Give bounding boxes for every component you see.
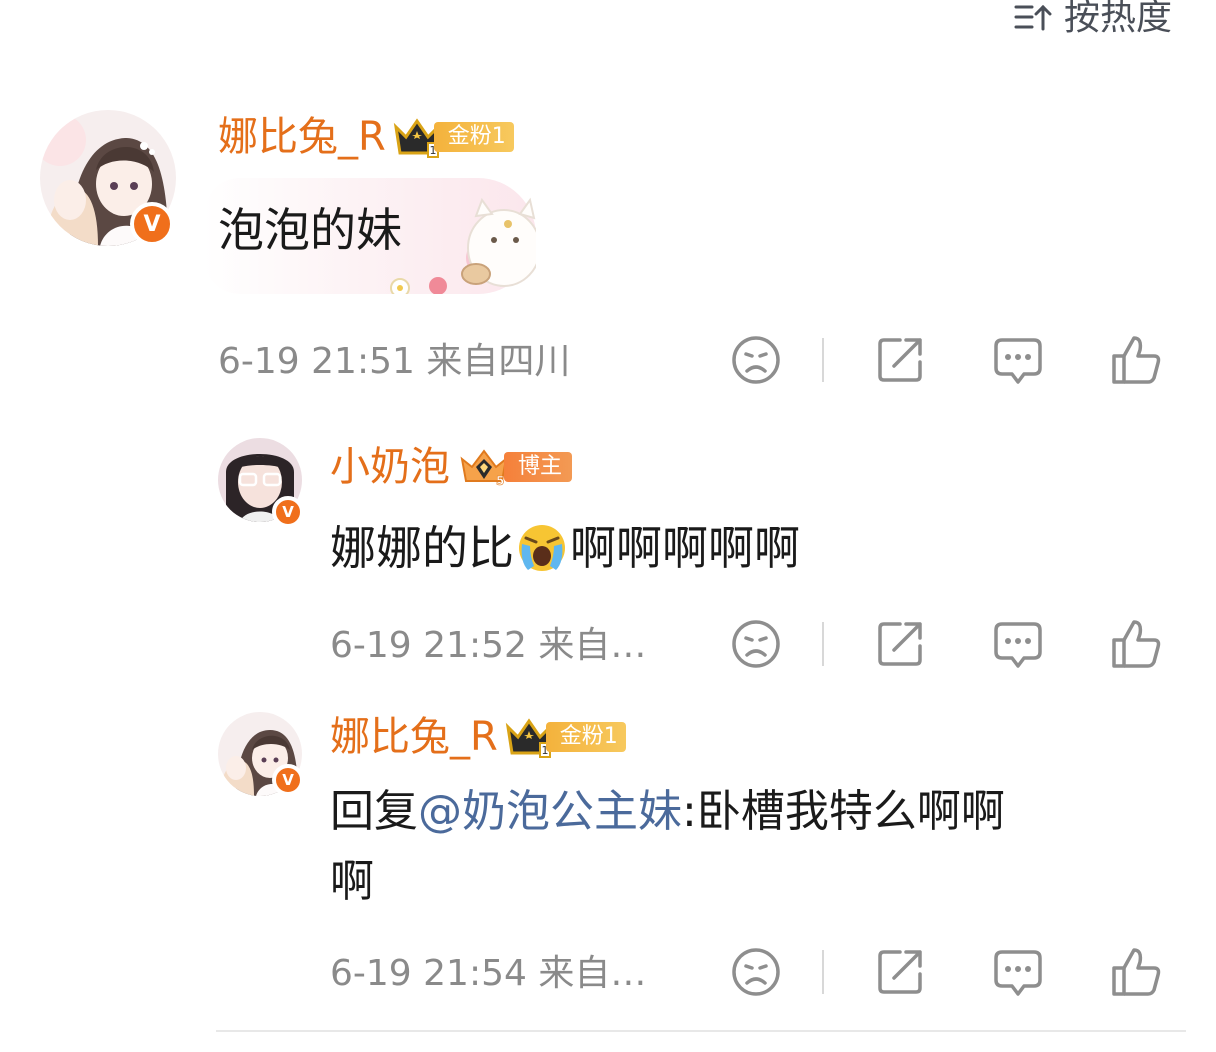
verified-icon: V (130, 202, 174, 246)
like-icon[interactable] (1108, 616, 1164, 672)
comment-text: 娜娜的比 啊啊啊啊啊 (330, 518, 800, 578)
reply-text-line2: 啊 (330, 856, 374, 907)
mention-link[interactable]: @奶泡公主妹 (418, 786, 682, 837)
fan-badge[interactable]: 1 金粉1 (504, 715, 626, 759)
comment-meta: 6-19 21:52 来自… (330, 625, 647, 666)
comment-text-before: 娜娜的比 (330, 521, 514, 575)
section-divider (216, 1030, 1186, 1032)
verified-icon: V (272, 764, 304, 796)
comment-text-after: 啊啊啊啊啊 (570, 521, 800, 575)
blogger-badge-label: 博主 (504, 452, 573, 482)
comment-actions (728, 944, 1164, 1000)
comment-meta: 6-19 21:54 来自… (330, 953, 647, 994)
comment-icon[interactable] (990, 616, 1046, 672)
sort-icon (1014, 4, 1052, 31)
comment-author-row: 小奶泡 5 博主 (330, 442, 573, 492)
comment-author-row: 娜比兔_R 1 金粉1 (330, 712, 626, 762)
dislike-face-icon[interactable] (728, 616, 784, 672)
action-divider (822, 622, 824, 666)
comment-icon[interactable] (990, 332, 1046, 388)
verified-icon: V (272, 496, 304, 528)
fan-badge[interactable]: 1 金粉1 (392, 115, 514, 159)
fan-badge-label: 金粉1 (545, 722, 626, 752)
avatar[interactable]: V (218, 438, 304, 528)
avatar[interactable]: V (218, 712, 304, 796)
comment-icon[interactable] (990, 944, 1046, 1000)
reply-body: :卧槽我特么啊啊 (682, 786, 1005, 837)
like-icon[interactable] (1108, 332, 1164, 388)
comment-author-row: 娜比兔_R 1 金粉1 (218, 112, 514, 162)
comment-actions (728, 332, 1164, 388)
share-icon[interactable] (872, 944, 928, 1000)
comment-actions (728, 616, 1164, 672)
username[interactable]: 娜比兔_R (330, 712, 498, 762)
like-icon[interactable] (1108, 944, 1164, 1000)
comment-page: 按热度 V 娜比兔_R 1 金粉1 泡泡的妹 6-19 21:51 来自四川 V… (0, 0, 1216, 1052)
comment-text: 泡泡的妹 (218, 203, 402, 257)
sort-by-hot-button[interactable]: 按热度 (1014, 0, 1172, 42)
action-divider (822, 338, 824, 382)
action-divider (822, 950, 824, 994)
dislike-face-icon[interactable] (728, 332, 784, 388)
username[interactable]: 娜比兔_R (218, 112, 386, 162)
crying-emoji-icon (519, 525, 565, 571)
share-icon[interactable] (872, 332, 928, 388)
fan-badge-label: 金粉1 (433, 122, 514, 152)
comment-meta: 6-19 21:51 来自四川 (218, 341, 571, 382)
avatar[interactable]: V (40, 110, 176, 246)
blogger-badge[interactable]: 5 博主 (456, 445, 573, 489)
username[interactable]: 小奶泡 (330, 442, 450, 492)
share-icon[interactable] (872, 616, 928, 672)
reply-text: 回复@奶泡公主妹:卧槽我特么啊啊 (330, 782, 1005, 842)
dislike-face-icon[interactable] (728, 944, 784, 1000)
sort-label: 按热度 (1063, 0, 1172, 38)
reply-prefix: 回复 (330, 786, 418, 837)
